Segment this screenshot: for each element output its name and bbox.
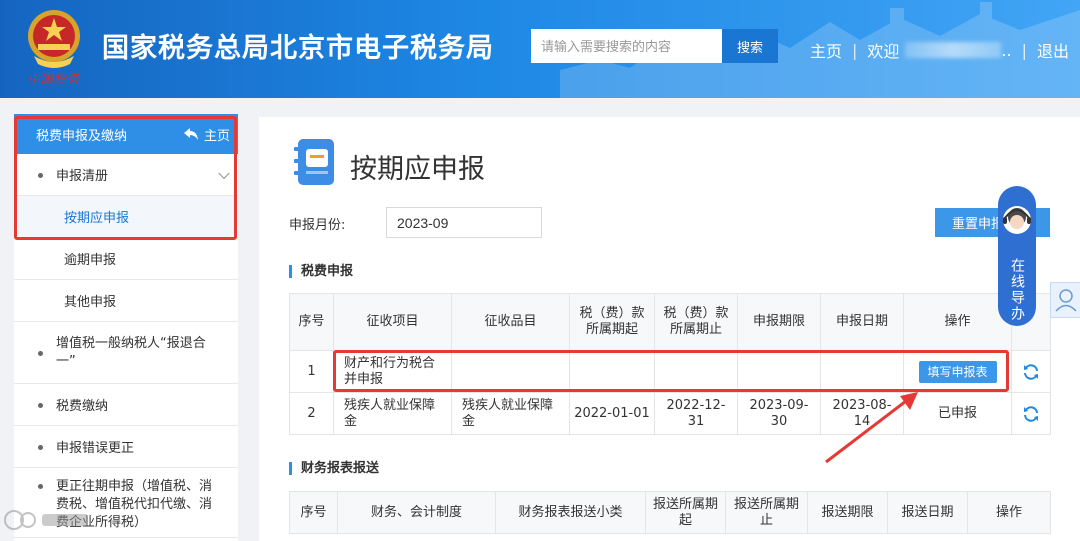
column-header: 申报期限: [737, 293, 821, 351]
column-header: 征收项目: [333, 293, 452, 351]
sidebar-item-label: 按期应申报: [64, 211, 130, 226]
column-header: 税（费）款所属期起: [569, 293, 655, 351]
watermark-logo-icon: [4, 510, 88, 530]
cell-deadline: 2023-09-30: [737, 392, 821, 435]
cell-deadline: [737, 350, 821, 393]
nav-separator: |: [1021, 40, 1027, 60]
column-header: 征收品目: [451, 293, 570, 351]
table-header-row: 序号 征收项目 征收品目 税（费）款所属期起 税（费）款所属期止 申报期限 申报…: [289, 293, 1051, 351]
cell-subitem: 残疾人就业保障金: [451, 392, 570, 435]
cell-subitem: [451, 350, 570, 393]
national-emblem-icon: [28, 10, 80, 68]
column-header: 财务报表报送小类: [495, 491, 646, 534]
month-input[interactable]: [386, 207, 542, 238]
cell-date: [820, 350, 904, 393]
refresh-icon[interactable]: [1022, 405, 1040, 423]
sidebar-item-overdue-declaration[interactable]: 逾期申报: [14, 238, 238, 280]
sidebar-item-declaration-list[interactable]: 申报清册: [14, 154, 238, 196]
chevron-down-icon: [218, 167, 230, 179]
cell-no: 1: [289, 350, 334, 393]
fill-declaration-button[interactable]: 填写申报表: [918, 360, 997, 383]
cell-date: 2023-08-14: [820, 392, 904, 435]
column-header: 操作: [967, 491, 1051, 534]
section-title-financial-report: 财务报表报送: [289, 462, 379, 475]
sidebar-item-label: 其他申报: [64, 295, 117, 310]
nav-separator: |: [852, 40, 858, 60]
table-row: 2 残疾人就业保障金 残疾人就业保障金 2022-01-01 2022-12-3…: [289, 392, 1051, 435]
cell-start: 2022-01-01: [569, 392, 655, 435]
bullet-icon: [38, 484, 43, 489]
sidebar-item-label: 税费缴纳: [56, 399, 109, 414]
tax-declaration-table: 序号 征收项目 征收品目 税（费）款所属期起 税（费）款所属期止 申报期限 申报…: [289, 293, 1051, 435]
column-header: 税（费）款所属期止: [654, 293, 738, 351]
column-header: 序号: [289, 491, 338, 534]
top-nav: 主页 | 欢迎 .. | 退出: [810, 38, 1069, 62]
online-guide-button[interactable]: 在线导办: [998, 186, 1036, 326]
bullet-icon: [38, 444, 43, 450]
bullet-icon: [38, 172, 43, 178]
sidebar-header: 税费申报及缴纳 主页: [14, 114, 238, 154]
column-header: 序号: [289, 293, 334, 351]
month-label: 申报月份:: [289, 218, 346, 233]
sidebar-item-label: 逾期申报: [64, 253, 117, 268]
sidebar-home-label: 主页: [203, 128, 230, 144]
cell-end: 2022-12-31: [654, 392, 738, 435]
sidebar-item-periodic-declaration[interactable]: 按期应申报: [14, 196, 238, 238]
nav-home-link[interactable]: 主页: [810, 38, 842, 62]
sidebar-item-tax-payment[interactable]: 税费缴纳: [14, 384, 238, 426]
column-header: 财务、会计制度: [337, 491, 496, 534]
search-input[interactable]: [531, 29, 722, 63]
financial-report-table: 序号 财务、会计制度 财务报表报送小类 报送所属期起 报送所属期止 报送期限 报…: [289, 491, 1051, 534]
sidebar-item-label: 申报错误更正: [56, 441, 135, 456]
table-row: 1 财产和行为税合并申报 填写申报表: [289, 350, 1051, 393]
cell-refresh: [1011, 350, 1051, 393]
online-guide-label: 在线导办: [1009, 258, 1025, 322]
bullet-icon: [38, 350, 43, 356]
column-header: 报送所属期起: [645, 491, 726, 534]
search-button[interactable]: 搜索: [722, 29, 778, 63]
column-header: 报送所属期止: [725, 491, 808, 534]
cell-no: 2: [289, 392, 334, 435]
cell-item: 财产和行为税合并申报: [333, 350, 452, 393]
sidebar-header-title: 税费申报及缴纳: [36, 128, 128, 144]
refresh-icon[interactable]: [1022, 363, 1040, 381]
notebook-icon: [294, 139, 334, 185]
sidebar-home-link[interactable]: 主页: [183, 125, 230, 144]
cell-item: 残疾人就业保障金: [333, 392, 452, 435]
column-header: 报送期限: [807, 491, 888, 534]
bullet-icon: [38, 402, 43, 408]
brand-signature: 中国税务: [27, 72, 80, 86]
site-title: 国家税务总局北京市电子税务局: [102, 33, 494, 64]
sidebar-item-error-correction[interactable]: 申报错误更正: [14, 426, 238, 468]
section-title-tax-declaration: 税费申报: [289, 265, 353, 278]
cell-action-status: 已申报: [903, 392, 1012, 435]
page-title: 按期应申报: [350, 154, 485, 185]
user-service-float[interactable]: [1050, 282, 1080, 318]
cell-refresh: [1011, 392, 1051, 435]
user-headset-icon: [1054, 289, 1077, 312]
top-header: 中国税务 国家税务总局北京市电子税务局 搜索 主页 | 欢迎 .. | 退出: [0, 0, 1080, 98]
sidebar: 税费申报及缴纳 主页 申报清册 按期应申报 逾期申报 其他申报 增值税一般纳税人…: [14, 114, 238, 541]
column-header: 报送日期: [887, 491, 968, 534]
cell-start: [569, 350, 655, 393]
back-arrow-icon: [183, 128, 198, 140]
blurred-username: [905, 42, 1002, 58]
column-header: 操作: [903, 293, 1012, 351]
nav-welcome: 欢迎: [867, 42, 900, 61]
sidebar-item-other-declaration[interactable]: 其他申报: [14, 280, 238, 322]
sidebar-item-vat-refund[interactable]: 增值税一般纳税人“报退合一”: [14, 322, 238, 384]
customer-service-avatar-icon: [1003, 206, 1031, 234]
nav-welcome-suffix: ..: [1001, 40, 1012, 60]
column-header: 申报日期: [820, 293, 904, 351]
sidebar-item-label: 申报清册: [56, 169, 109, 184]
table-header-row: 序号 财务、会计制度 财务报表报送小类 报送所属期起 报送所属期止 报送期限 报…: [289, 491, 1051, 534]
cell-end: [654, 350, 738, 393]
nav-logout-link[interactable]: 退出: [1037, 38, 1069, 62]
sidebar-item-label: 增值税一般纳税人“报退合一”: [56, 335, 206, 369]
cell-action: 填写申报表: [903, 350, 1012, 393]
